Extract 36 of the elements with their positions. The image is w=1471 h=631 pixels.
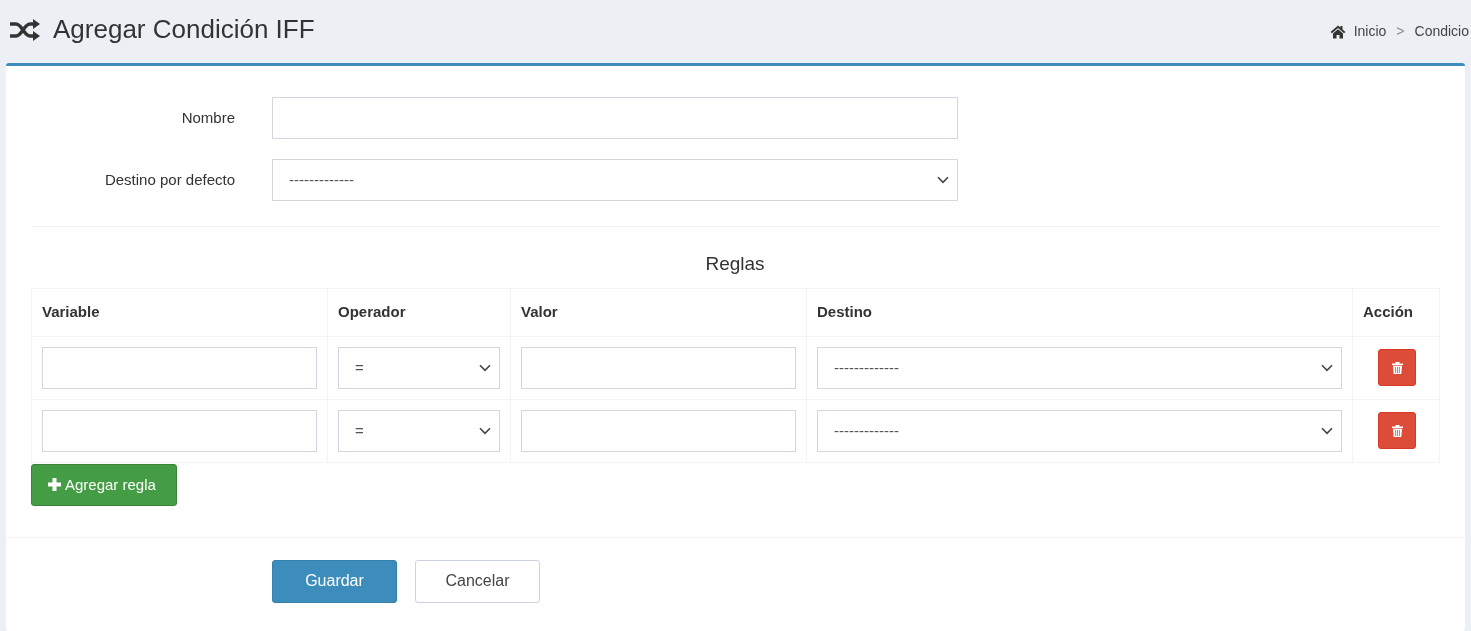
select-field[interactable]: ------------- <box>272 159 958 201</box>
input-field[interactable] <box>521 346 796 389</box>
breadcrumb-separator: > <box>1396 22 1405 41</box>
chevron-icon <box>937 176 949 184</box>
input-field[interactable] <box>42 346 317 389</box>
field-label: Destino por defecto <box>104 169 235 190</box>
delete-button[interactable] <box>1378 349 1416 387</box>
field-label: Nombre <box>181 107 235 128</box>
select-field[interactable]: ------------- <box>817 346 1342 389</box>
column-header: Variable <box>31 288 328 337</box>
input-field[interactable] <box>272 97 958 139</box>
select-field[interactable]: = <box>338 346 500 389</box>
column-header: Acción <box>1352 288 1440 337</box>
column-header: Valor <box>510 288 807 337</box>
cancel-button[interactable]: Cancelar <box>415 559 540 603</box>
input-field[interactable] <box>521 409 796 452</box>
trash-icon <box>1391 361 1403 374</box>
breadcrumb-link[interactable]: Condicio <box>1414 21 1469 42</box>
chevron-icon <box>1321 363 1333 372</box>
chevron-icon <box>479 363 491 372</box>
column-header: Destino <box>806 288 1353 337</box>
page-title: Agregar Condición IFF <box>53 13 315 46</box>
section-title: Reglas <box>705 253 765 276</box>
chevron-icon <box>479 426 491 435</box>
save-button[interactable]: Guardar <box>272 559 397 603</box>
breadcrumb-link[interactable]: Inicio <box>1329 21 1387 42</box>
chevron-icon <box>1321 426 1333 435</box>
input-field[interactable] <box>42 409 317 452</box>
delete-button[interactable] <box>1378 412 1416 450</box>
home-icon <box>1329 24 1346 39</box>
select-field[interactable]: ------------- <box>817 409 1342 452</box>
column-header: Operador <box>327 288 511 337</box>
trash-icon <box>1391 424 1403 437</box>
plus-icon <box>48 478 61 492</box>
shuffle-icon <box>9 18 40 41</box>
select-field[interactable]: = <box>338 409 500 452</box>
